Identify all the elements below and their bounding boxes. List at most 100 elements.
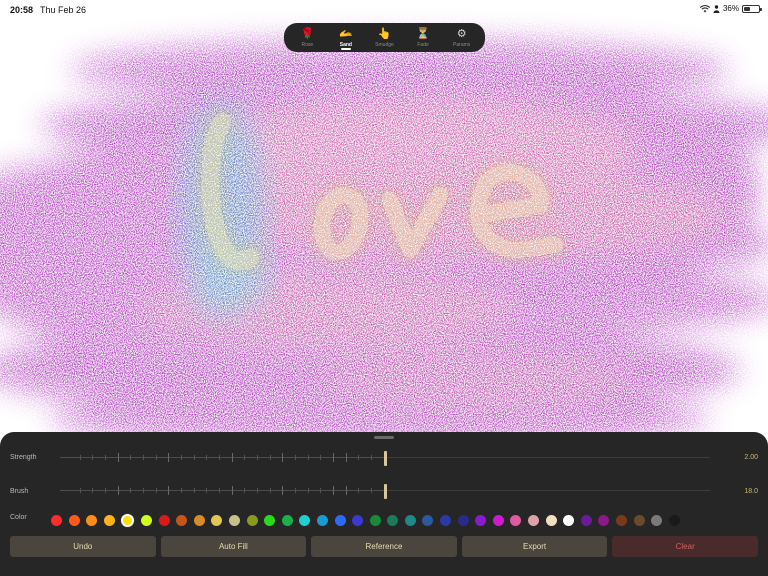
- color-swatch[interactable]: [334, 514, 346, 526]
- canvas-drawing: [0, 0, 768, 440]
- tool-label: Fade: [417, 41, 429, 48]
- color-swatches: [51, 513, 680, 527]
- slider-tick: [358, 488, 360, 493]
- color-swatch[interactable]: [528, 514, 540, 526]
- slider-tick: [320, 488, 322, 493]
- wifi-icon: [699, 4, 710, 12]
- slider-thumb[interactable]: [384, 484, 387, 499]
- color-swatch[interactable]: [510, 514, 522, 526]
- color-swatch[interactable]: [422, 514, 434, 526]
- slider-tick: [206, 455, 208, 460]
- slider-tick: [180, 488, 182, 493]
- strength-slider[interactable]: [60, 451, 710, 466]
- color-swatch[interactable]: [668, 514, 680, 526]
- color-swatch[interactable]: [86, 514, 98, 526]
- slider-tick: [117, 486, 119, 495]
- color-swatch[interactable]: [68, 514, 80, 526]
- color-swatch[interactable]: [51, 514, 62, 526]
- brush-slider[interactable]: [60, 484, 710, 499]
- slider-tick: [282, 453, 284, 462]
- color-swatch[interactable]: [633, 514, 645, 526]
- slider-tick: [104, 455, 106, 460]
- slider-tick: [142, 488, 144, 493]
- slider-tick: [79, 455, 81, 460]
- tool-label: Rose: [301, 41, 314, 48]
- color-swatch[interactable]: [316, 514, 328, 526]
- slider-tick: [193, 488, 195, 493]
- tool-smudge[interactable]: 👆 Smudge: [365, 25, 403, 51]
- drawing-canvas[interactable]: [0, 0, 768, 440]
- slider-tick: [269, 488, 271, 493]
- tool-params[interactable]: ⚙ Params: [443, 25, 481, 51]
- color-swatch[interactable]: [176, 514, 188, 526]
- slider-tick: [218, 455, 220, 460]
- slider-fill: [60, 490, 385, 491]
- color-swatch[interactable]: [299, 514, 311, 526]
- color-swatch[interactable]: [121, 513, 135, 527]
- slider-tick: [130, 455, 132, 460]
- brush-label: Brush: [10, 488, 29, 495]
- undo-button[interactable]: Undo: [10, 536, 156, 557]
- slider-tick: [218, 488, 220, 493]
- slider-tick: [142, 455, 144, 460]
- color-swatch[interactable]: [352, 514, 364, 526]
- gear-icon: ⚙: [456, 27, 467, 40]
- slider-tick: [256, 455, 258, 460]
- slider-tick: [269, 455, 271, 460]
- slider-tick: [307, 488, 309, 493]
- slider-tick: [206, 488, 208, 493]
- auto-fill-button[interactable]: Auto Fill: [160, 536, 307, 557]
- color-swatch[interactable]: [492, 514, 504, 526]
- slider-tick: [130, 488, 132, 493]
- color-swatch[interactable]: [246, 514, 258, 526]
- color-swatch[interactable]: [228, 514, 240, 526]
- person-icon: [713, 4, 720, 13]
- color-swatch[interactable]: [404, 514, 416, 526]
- tool-rose[interactable]: 🌹 Rose: [288, 25, 326, 51]
- export-button[interactable]: Export: [461, 536, 608, 557]
- color-swatch[interactable]: [369, 514, 381, 526]
- clear-button[interactable]: Clear: [612, 536, 758, 557]
- slider-tick: [345, 486, 347, 495]
- color-swatch[interactable]: [616, 514, 627, 526]
- slider-tick: [244, 488, 246, 493]
- color-swatch[interactable]: [580, 514, 592, 526]
- status-date: Thu Feb 26: [40, 5, 87, 15]
- color-swatch[interactable]: [193, 514, 205, 526]
- hourglass-icon: ⏳: [416, 27, 430, 40]
- color-swatch[interactable]: [475, 514, 487, 526]
- color-swatch[interactable]: [103, 514, 115, 526]
- battery-percent: 36%: [722, 4, 739, 13]
- reference-button[interactable]: Reference: [311, 536, 457, 557]
- panel-grabber[interactable]: [374, 436, 394, 439]
- slider-thumb[interactable]: [384, 451, 387, 466]
- tool-fade[interactable]: ⏳ Fade: [404, 25, 442, 51]
- color-label: Color: [10, 514, 27, 521]
- slider-tick: [155, 488, 157, 493]
- color-swatch[interactable]: [457, 514, 469, 526]
- slider-tick: [256, 488, 258, 493]
- battery-icon: [742, 4, 762, 13]
- slider-tick: [244, 455, 246, 460]
- color-swatch[interactable]: [440, 514, 452, 526]
- tool-label: Smudge: [375, 41, 394, 48]
- color-swatch[interactable]: [211, 514, 223, 526]
- tool-label: Sand: [339, 41, 352, 48]
- slider-tick: [168, 486, 170, 495]
- tool-sand[interactable]: 🫴 Sand: [327, 25, 365, 51]
- slider-tick: [307, 455, 309, 460]
- color-swatch[interactable]: [387, 514, 399, 526]
- slider-tick: [92, 455, 94, 460]
- color-swatch[interactable]: [140, 514, 152, 526]
- slider-tick: [180, 455, 182, 460]
- slider-tick: [282, 486, 284, 495]
- status-bar: 20:58 Thu Feb 26 36%: [0, 0, 768, 20]
- color-swatch[interactable]: [545, 514, 557, 526]
- color-swatch[interactable]: [264, 514, 276, 526]
- color-swatch[interactable]: [651, 514, 663, 526]
- color-swatch[interactable]: [158, 514, 170, 526]
- status-indicators: 36%: [699, 4, 762, 13]
- color-swatch[interactable]: [563, 514, 575, 526]
- color-swatch[interactable]: [598, 514, 610, 526]
- color-swatch[interactable]: [281, 514, 293, 526]
